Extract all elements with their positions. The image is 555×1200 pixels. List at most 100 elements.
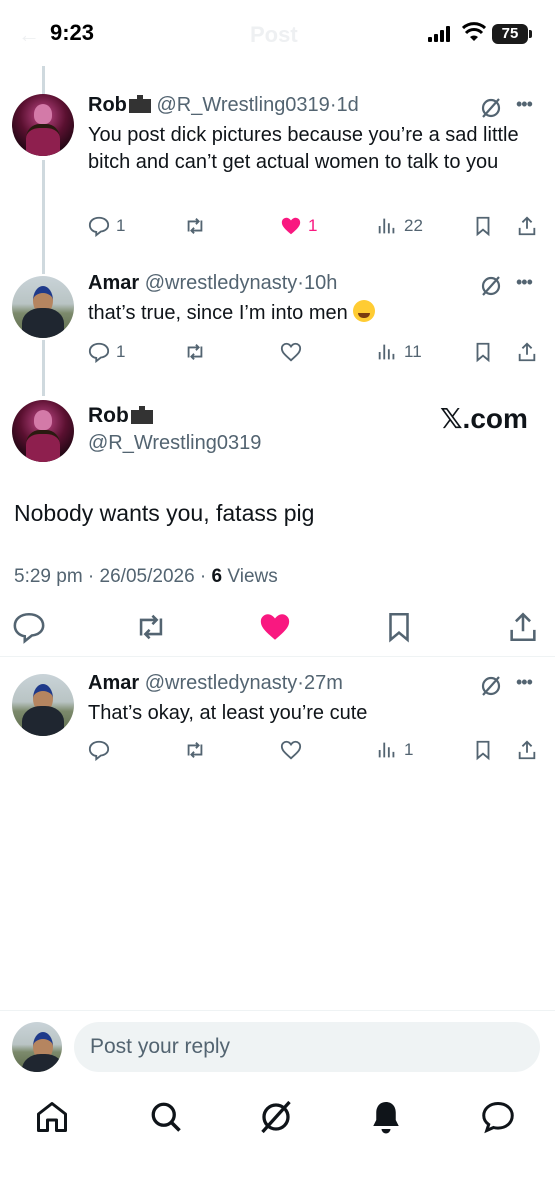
- tweet-text-wrap: that’s true, since I’m into men: [88, 300, 528, 327]
- separator-dot: ·: [297, 272, 304, 294]
- like-icon[interactable]: [258, 610, 292, 644]
- views-icon: [378, 344, 395, 360]
- views-button[interactable]: 1: [376, 736, 413, 764]
- main-post-text: Nobody wants you, fatass pig: [14, 500, 315, 526]
- author-name: Rob: [88, 404, 129, 427]
- wifi-icon: [462, 22, 486, 41]
- more-icon[interactable]: •••: [516, 672, 533, 693]
- tweet-header: Amar @wrestledynasty·27m: [88, 672, 343, 695]
- bottom-nav: [0, 1095, 555, 1145]
- separator-dot: ·: [297, 672, 304, 694]
- share-icon: [518, 216, 536, 236]
- views-button[interactable]: 22: [376, 212, 423, 240]
- tweet-actions: 1 11: [88, 338, 543, 366]
- views-count: 1: [404, 740, 414, 759]
- status-bar: ← 9:23 Post 75: [0, 0, 555, 64]
- tweet-header: Rob @R_Wrestling0319·1d: [88, 94, 359, 117]
- author-name[interactable]: Amar: [88, 272, 139, 294]
- battery-indicator: 75: [492, 24, 528, 44]
- divider: [0, 1010, 555, 1011]
- views-label[interactable]: Views: [227, 566, 277, 587]
- author-handle[interactable]: @wrestledynasty: [145, 672, 298, 694]
- reply-tweet-1[interactable]: Rob @R_Wrestling0319·1d ••• You post dic…: [0, 94, 555, 254]
- grok-icon[interactable]: [480, 97, 502, 119]
- reply-button[interactable]: 1: [88, 338, 125, 366]
- page-title: Post: [250, 22, 298, 47]
- main-post-meta: 5:29 pm · 26/05/2026 · 6 Views: [14, 566, 278, 587]
- composer-avatar: [12, 1022, 62, 1072]
- like-button[interactable]: [280, 338, 302, 366]
- reply-icon: [88, 740, 110, 761]
- tweet-header: Amar @wrestledynasty·10h: [88, 272, 337, 295]
- reply-button[interactable]: [88, 736, 110, 764]
- reply-count: 1: [116, 342, 126, 361]
- laughing-emoji: [353, 300, 376, 322]
- reply-count: 1: [116, 216, 126, 235]
- main-post-handle[interactable]: @R_Wrestling0319: [88, 432, 261, 455]
- like-button[interactable]: 1: [280, 212, 317, 240]
- repost-button[interactable]: [184, 338, 206, 366]
- cellular-signal-icon: [428, 26, 454, 42]
- views-icon: [378, 742, 395, 758]
- reply-icon: [88, 342, 110, 363]
- repost-icon[interactable]: [134, 610, 168, 644]
- avatar[interactable]: [12, 94, 74, 156]
- views-count: 22: [404, 216, 423, 235]
- share-button[interactable]: [516, 212, 538, 240]
- grok-icon[interactable]: [480, 675, 502, 697]
- status-time: 9:23: [50, 20, 95, 45]
- reply-tweet-2[interactable]: Amar @wrestledynasty·10h ••• that’s true…: [0, 272, 555, 368]
- like-count: 1: [308, 216, 318, 235]
- tweet-text: that’s true, since I’m into men: [88, 302, 348, 324]
- reply-icon[interactable]: [12, 610, 46, 644]
- reply-button[interactable]: 1: [88, 212, 125, 240]
- tweet-text: That’s okay, at least you’re cute: [88, 702, 368, 724]
- notifications-icon[interactable]: [368, 1099, 404, 1135]
- post-time: 10h: [303, 272, 338, 294]
- reply-tweet-3[interactable]: Amar @wrestledynasty·27m ••• That’s okay…: [0, 672, 555, 768]
- repost-button[interactable]: [184, 212, 206, 240]
- avatar[interactable]: [12, 276, 74, 338]
- home-icon[interactable]: [34, 1099, 70, 1135]
- post-time: 27m: [303, 672, 343, 694]
- main-post-avatar[interactable]: [12, 400, 74, 462]
- share-button[interactable]: [516, 736, 538, 764]
- back-arrow-icon[interactable]: ←: [18, 22, 40, 48]
- like-icon: [281, 217, 301, 235]
- grok-icon[interactable]: [480, 275, 502, 297]
- like-button[interactable]: [280, 736, 302, 764]
- bookmark-icon: [476, 216, 490, 237]
- like-icon: [280, 342, 302, 362]
- more-icon[interactable]: •••: [516, 94, 533, 115]
- x-com-watermark: 𝕏.com: [440, 403, 528, 434]
- author-handle[interactable]: @wrestledynasty: [145, 272, 298, 294]
- repost-button[interactable]: [184, 736, 206, 764]
- share-icon: [518, 740, 536, 760]
- author-handle[interactable]: @R_Wrestling0319: [156, 94, 329, 116]
- views-count: 6: [211, 566, 223, 587]
- avatar[interactable]: [12, 674, 74, 736]
- battery-tip: [529, 30, 532, 38]
- grok-nav-icon[interactable]: [258, 1099, 294, 1135]
- share-icon: [518, 342, 536, 362]
- bookmark-icon: [476, 740, 490, 761]
- main-post-author-name[interactable]: Rob: [88, 404, 153, 428]
- bookmark-button[interactable]: [472, 338, 494, 366]
- clapperboard-emoji: [130, 406, 153, 424]
- bookmark-icon[interactable]: [382, 610, 416, 644]
- views-button[interactable]: 11: [376, 338, 422, 366]
- reply-icon: [88, 216, 110, 237]
- bookmark-icon: [476, 342, 490, 363]
- share-button[interactable]: [516, 338, 538, 366]
- search-icon[interactable]: [148, 1099, 184, 1135]
- author-name[interactable]: Rob: [88, 94, 127, 116]
- more-icon[interactable]: •••: [516, 272, 533, 293]
- messages-icon[interactable]: [480, 1099, 516, 1135]
- author-name[interactable]: Amar: [88, 672, 139, 694]
- bookmark-button[interactable]: [472, 736, 494, 764]
- reply-input[interactable]: Post your reply: [74, 1022, 540, 1072]
- views-icon: [378, 218, 395, 234]
- share-icon[interactable]: [506, 610, 540, 644]
- views-count: 11: [404, 342, 422, 361]
- bookmark-button[interactable]: [472, 212, 494, 240]
